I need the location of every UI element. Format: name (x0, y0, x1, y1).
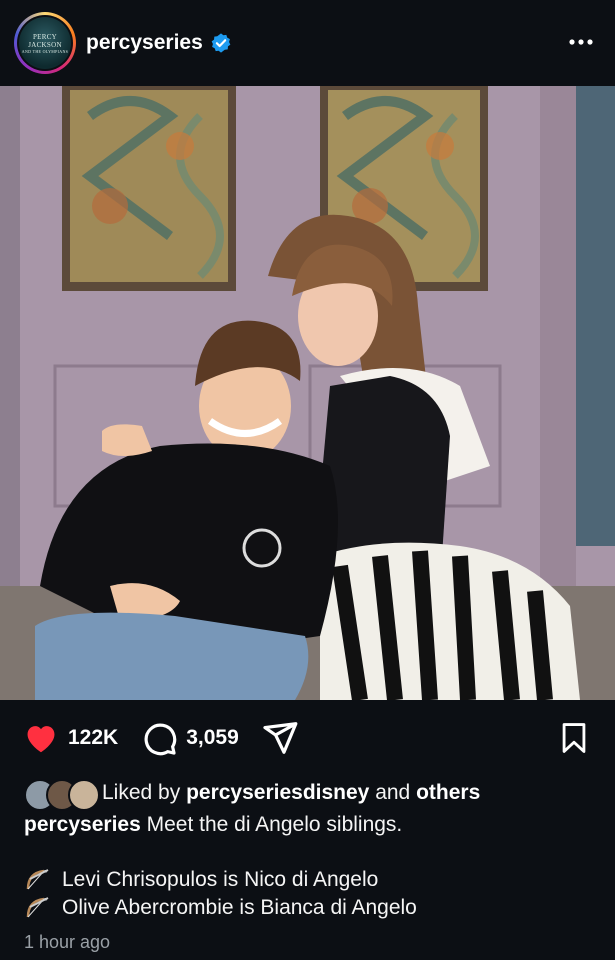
bookmark-icon[interactable] (557, 720, 591, 756)
avatar[interactable]: PERCY JACKSON AND THE OLYMPIANS (14, 12, 76, 74)
comment-count[interactable]: 3,059 (186, 726, 239, 750)
credit-line: Olive Abercrombie is Bianca di Angelo (24, 894, 417, 922)
liked-by-user[interactable]: percyseriesdisney (186, 781, 369, 805)
post-photo[interactable] (0, 86, 615, 700)
post-image (0, 86, 615, 700)
avatar-logo-line1: PERCY (32, 32, 58, 41)
post-header: PERCY JACKSON AND THE OLYMPIANS percyser… (0, 0, 615, 86)
post-timestamp[interactable]: 1 hour ago (24, 932, 110, 953)
heart-icon (27, 726, 55, 753)
liker-avatars[interactable] (24, 778, 100, 811)
caption-credits: Levi Chrisopulos is Nico di Angelo Olive… (24, 866, 417, 922)
action-bar: 122K 3,059 (0, 700, 615, 776)
caption-username[interactable]: percyseries (24, 813, 141, 836)
comment-icon (144, 723, 177, 756)
caption-text: Meet the di Angelo siblings. (146, 813, 403, 836)
bow-and-arrow-icon (26, 869, 49, 890)
bow-and-arrow-icon (26, 897, 49, 918)
credit-line: Levi Chrisopulos is Nico di Angelo (24, 866, 417, 894)
like-count[interactable]: 122K (68, 726, 118, 750)
liked-by-joiner: and (375, 781, 411, 804)
avatar-logo-line2: JACKSON (28, 40, 62, 49)
caption: percyseries Meet the di Angelo siblings. (24, 813, 402, 837)
avatar-logo-line3: AND THE OLYMPIANS (21, 48, 69, 54)
liked-by-others[interactable]: others (416, 781, 480, 805)
credit-text: Olive Abercrombie is Bianca di Angelo (62, 896, 417, 919)
liked-by-prefix: Liked by (102, 781, 181, 804)
send-icon (263, 722, 298, 754)
share-button[interactable] (261, 719, 299, 757)
verified-badge-icon (211, 33, 231, 53)
liked-by-row: Liked by percyseriesdisney and others (24, 776, 604, 811)
credit-text: Levi Chrisopulos is Nico di Angelo (62, 868, 379, 891)
avatar-logo: PERCY JACKSON AND THE OLYMPIANS (19, 17, 71, 69)
username[interactable]: percyseries (86, 31, 203, 55)
like-button[interactable]: 122K (22, 719, 118, 757)
more-options-icon[interactable] (567, 30, 595, 54)
liker-avatar (68, 779, 100, 811)
comment-button[interactable]: 3,059 (140, 719, 239, 757)
